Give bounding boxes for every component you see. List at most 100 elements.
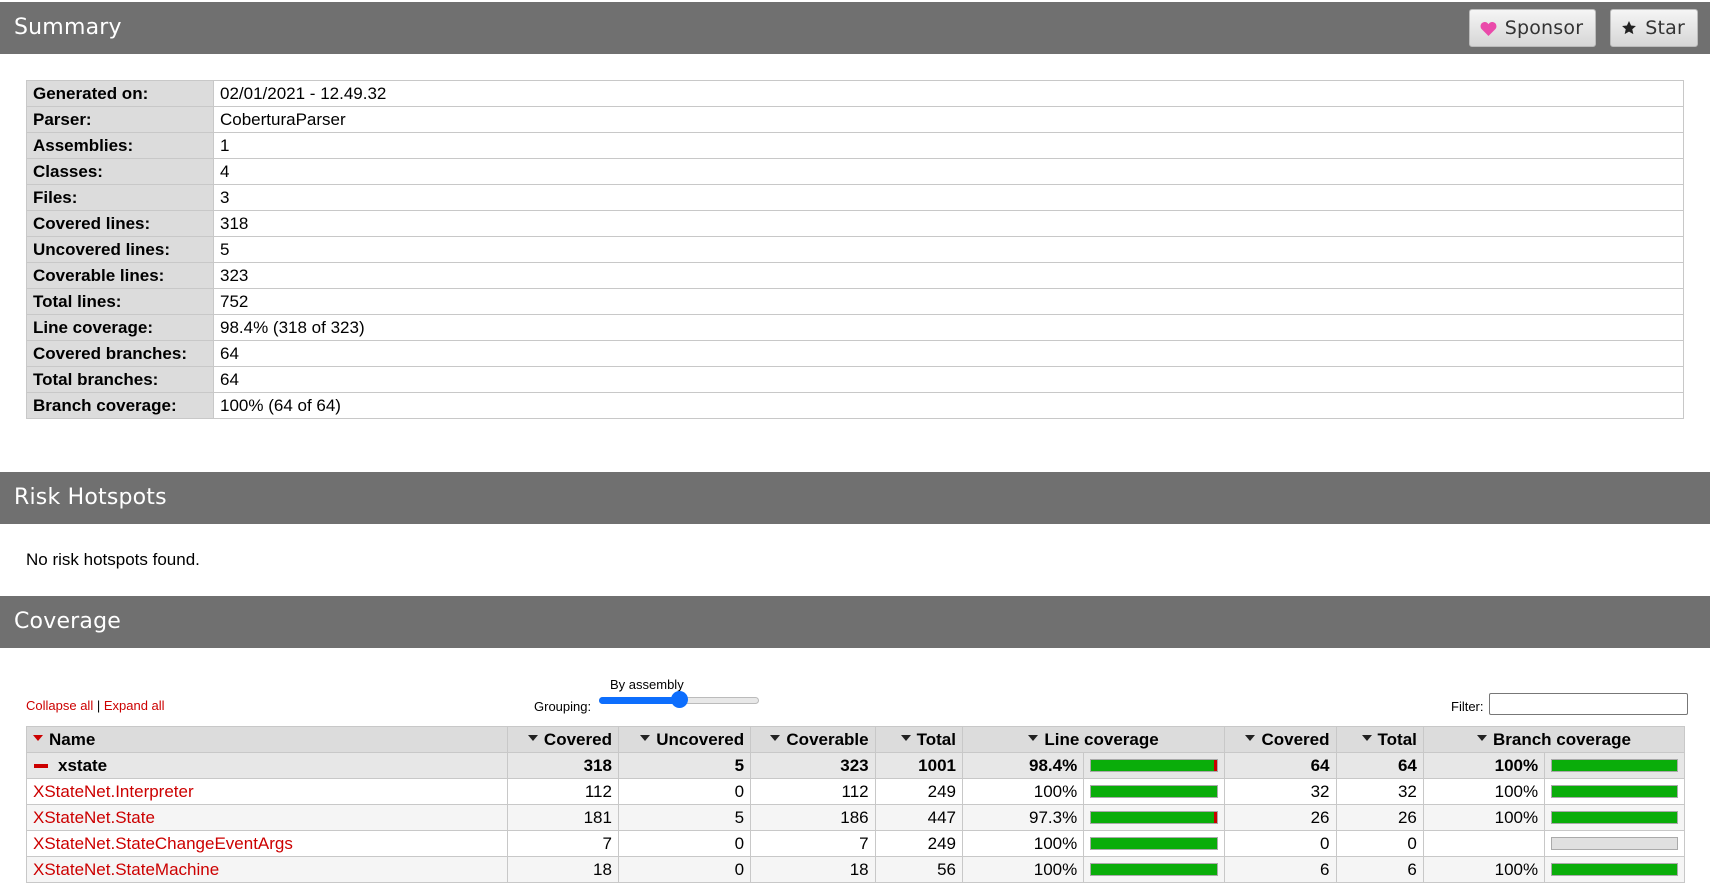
filter-input[interactable] — [1489, 693, 1688, 715]
summary-row-value: 318 — [213, 210, 1684, 237]
risk-hotspots-message: No risk hotspots found. — [26, 550, 200, 569]
coverage-table: Name Covered Uncovered Coverable Total L… — [26, 726, 1686, 883]
star-icon — [1622, 21, 1637, 35]
covered-cell: 112 — [506, 778, 619, 805]
summary-header: Summary Sponsor Star — [0, 2, 1710, 54]
risk-hotspots-header: Risk Hotspots — [0, 472, 1710, 524]
summary-row: Files: 3 — [26, 184, 1684, 211]
sort-desc-icon — [900, 735, 911, 742]
covered-segment — [1091, 864, 1218, 875]
col-branch-covered[interactable]: Covered — [1224, 726, 1337, 753]
collapse-minus-icon[interactable] — [34, 764, 48, 769]
summary-row-label: Covered branches: — [26, 340, 214, 367]
covered-segment — [1091, 838, 1218, 849]
class-link[interactable]: XStateNet.State — [33, 808, 155, 827]
col-uncovered[interactable]: Uncovered — [617, 726, 752, 753]
class-row: XStateNet.StateChangeEventArgs 7 0 7 249 100%… — [26, 830, 1685, 857]
covered-cell: 318 — [506, 752, 619, 779]
sort-desc-icon — [33, 735, 43, 742]
col-name[interactable]: Name — [26, 726, 508, 753]
uncovered-segment — [1213, 760, 1218, 771]
sort-desc-icon — [1245, 735, 1256, 742]
summary-row-label: Line coverage: — [26, 314, 214, 341]
collapse-expand-links: Collapse all | Expand all — [26, 698, 165, 713]
coverage-title: Coverage — [14, 609, 122, 634]
col-branch-total[interactable]: Total — [1335, 726, 1424, 753]
sponsor-button[interactable]: Sponsor — [1468, 9, 1597, 47]
branch-coverage-bar — [1551, 837, 1678, 850]
summary-row-value: 4 — [213, 158, 1684, 185]
grouping-slider[interactable] — [599, 691, 759, 709]
col-line-coverage[interactable]: Line coverage — [961, 726, 1226, 753]
summary-row: Assemblies: 1 — [26, 132, 1684, 159]
branch-covered-cell: 64 — [1224, 752, 1337, 779]
class-name-cell: XStateNet.Interpreter — [26, 778, 508, 805]
sort-desc-icon — [1476, 735, 1487, 742]
branch-coverage-bar-cell — [1544, 752, 1685, 779]
assembly-name: xstate — [58, 755, 108, 775]
summary-table: Generated on: 02/01/2021 - 12.49.32 Parser… — [26, 80, 1684, 419]
summary-row-value: 752 — [213, 288, 1684, 315]
covered-segment — [1552, 786, 1677, 797]
covered-segment — [1091, 786, 1218, 797]
summary-row-value: 5 — [213, 236, 1684, 263]
class-link[interactable]: XStateNet.Interpreter — [33, 782, 194, 801]
summary-body: Generated on: 02/01/2021 - 12.49.32 Parser… — [0, 54, 1710, 472]
branch-coverage-bar — [1551, 811, 1678, 824]
filter-label: Filter: — [1451, 699, 1484, 714]
col-total[interactable]: Total — [874, 726, 963, 753]
col-covered[interactable]: Covered — [506, 726, 619, 753]
branch-coverage-bar — [1551, 759, 1678, 772]
link-separator: | — [96, 698, 101, 713]
summary-row-value: 323 — [213, 262, 1684, 289]
summary-row-label: Covered lines: — [26, 210, 214, 237]
total-cell: 249 — [874, 778, 963, 805]
summary-row: Total lines: 752 — [26, 288, 1684, 315]
branch-coverage-pct: 100% — [1422, 752, 1546, 779]
coverage-header: Coverage — [0, 596, 1710, 648]
assembly-name-cell[interactable]: xstate — [26, 752, 508, 779]
summary-row-label: Total branches: — [26, 366, 214, 393]
collapse-all-link[interactable]: Collapse all — [26, 698, 93, 713]
line-coverage-pct: 100% — [961, 778, 1085, 805]
class-row: XStateNet.Interpreter 112 0 112 249 100% 32 32 1… — [26, 778, 1685, 805]
line-coverage-bar — [1090, 863, 1219, 876]
uncovered-cell: 0 — [617, 830, 752, 857]
slider-knob[interactable] — [670, 691, 688, 708]
summary-row-label: Assemblies: — [26, 132, 214, 159]
uncovered-cell: 5 — [617, 804, 752, 831]
class-name-cell: XStateNet.State — [26, 804, 508, 831]
summary-row-label: Generated on: — [26, 80, 214, 107]
col-coverable[interactable]: Coverable — [750, 726, 876, 753]
summary-row: Classes: 4 — [26, 158, 1684, 185]
summary-row: Coverable lines: 323 — [26, 262, 1684, 289]
coverable-cell: 323 — [750, 752, 876, 779]
summary-row: Covered branches: 64 — [26, 340, 1684, 367]
covered-segment — [1552, 760, 1677, 771]
coverable-cell: 112 — [750, 778, 876, 805]
class-link[interactable]: XStateNet.StateMachine — [33, 860, 219, 879]
summary-row: Total branches: 64 — [26, 366, 1684, 393]
assembly-row[interactable]: xstate 318 5 323 1001 98.4% 64 64 100% — [26, 752, 1685, 779]
uncovered-cell: 0 — [617, 856, 752, 883]
branch-coverage-bar-cell — [1544, 830, 1685, 857]
col-branch-coverage[interactable]: Branch coverage — [1422, 726, 1686, 753]
expand-all-link[interactable]: Expand all — [104, 698, 165, 713]
summary-row-label: Files: — [26, 184, 214, 211]
summary-row-value: 64 — [213, 366, 1684, 393]
summary-row-label: Parser: — [26, 106, 214, 133]
line-coverage-pct: 97.3% — [961, 804, 1085, 831]
covered-cell: 7 — [506, 830, 619, 857]
coverable-cell: 186 — [750, 804, 876, 831]
class-link[interactable]: XStateNet.StateChangeEventArgs — [33, 834, 293, 853]
line-coverage-pct: 98.4% — [961, 752, 1085, 779]
summary-row-label: Branch coverage: — [26, 392, 214, 419]
covered-cell: 181 — [506, 804, 619, 831]
star-button[interactable]: Star — [1610, 9, 1698, 47]
line-coverage-bar — [1090, 759, 1219, 772]
uncovered-cell: 5 — [617, 752, 752, 779]
covered-segment — [1091, 812, 1214, 823]
summary-row-value: 64 — [213, 340, 1684, 367]
header-buttons: Sponsor Star — [1468, 9, 1698, 47]
branch-coverage-bar-cell — [1544, 856, 1685, 883]
